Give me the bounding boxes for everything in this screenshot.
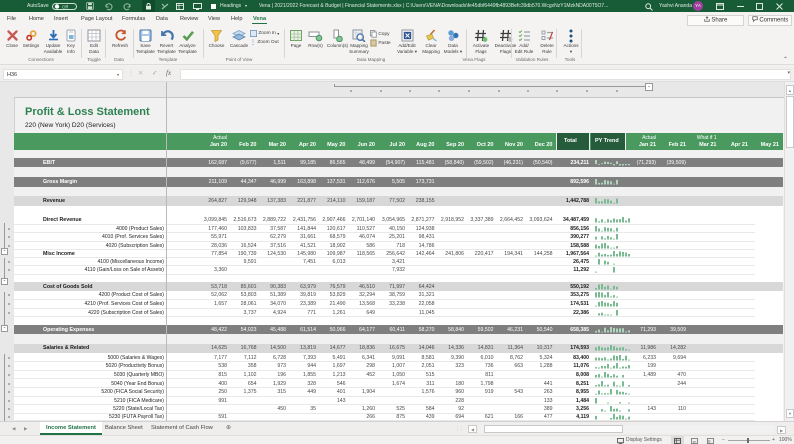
svg-text:Off: Off	[62, 4, 69, 9]
